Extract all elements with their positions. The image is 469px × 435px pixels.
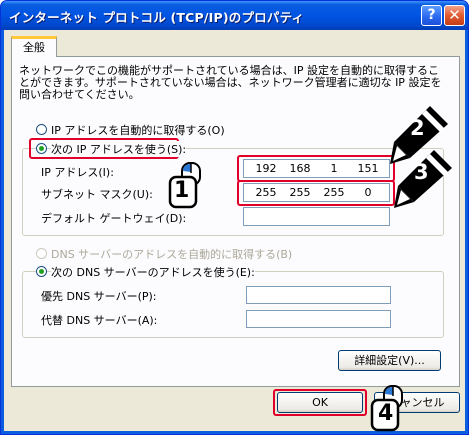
help-icon: ? — [427, 7, 436, 23]
preferred-dns-field[interactable] — [246, 286, 391, 304]
dns-auto-radio[interactable] — [36, 248, 47, 259]
gateway-field[interactable] — [243, 207, 390, 226]
callout-number-2: 2 — [410, 116, 425, 140]
callout-number-3: 3 — [414, 160, 429, 184]
callout-3: 3 — [392, 148, 454, 210]
ip-octet-3: 1 — [330, 162, 338, 175]
ip-octet-4: 151 — [357, 162, 379, 175]
ip-auto-label[interactable]: IP アドレスを自動的に取得する(O) — [51, 122, 225, 138]
ip-octet-1: 192 — [255, 162, 277, 175]
dns-auto-label[interactable]: DNS サーバーのアドレスを自動的に取得する(B) — [51, 246, 292, 262]
callout-number-1: 1 — [174, 178, 190, 203]
ok-button[interactable]: OK — [277, 392, 363, 413]
callout-1: 1 — [168, 161, 208, 209]
subnet-octet-1: 255 — [255, 186, 277, 199]
ip-manual-label[interactable]: 次の IP アドレスを使う(S): — [51, 141, 187, 157]
ip-octet-2: 168 — [289, 162, 311, 175]
dns-manual-label[interactable]: 次の DNS サーバーのアドレスを使う(E): — [51, 264, 255, 280]
close-icon: ✕ — [448, 6, 461, 24]
subnet-octet-3: 255 — [323, 186, 345, 199]
gateway-label: デフォルト ゲートウェイ(D): — [41, 212, 187, 225]
tab-general[interactable]: 全般 — [11, 36, 57, 57]
subnet-mask-label: サブネット マスク(U): — [41, 188, 153, 201]
alternate-dns-field[interactable] — [246, 310, 391, 328]
ip-manual-radio[interactable] — [36, 143, 47, 154]
subnet-mask-field[interactable]: 255 255 255 0 — [243, 183, 390, 202]
dns-manual-radio[interactable] — [36, 266, 47, 277]
description-text: ネットワークでこの機能がサポートされている場合は、IP 設定を自動的に取得するこ… — [19, 64, 442, 101]
title-bar[interactable]: インターネット プロトコル (TCP/IP)のプロパティ ? ✕ — [1, 1, 468, 30]
subnet-octet-4: 0 — [364, 186, 372, 199]
advanced-button[interactable]: 詳細設定(V)... — [338, 350, 441, 371]
ip-auto-radio[interactable] — [36, 124, 47, 135]
close-button[interactable]: ✕ — [444, 5, 465, 26]
preferred-dns-label: 優先 DNS サーバー(P): — [41, 290, 157, 303]
ip-address-field[interactable]: 192 168 1 151 — [243, 159, 390, 178]
help-button[interactable]: ? — [421, 5, 442, 26]
callout-number-4: 4 — [378, 401, 394, 426]
subnet-octet-2: 255 — [289, 186, 311, 199]
alternate-dns-label: 代替 DNS サーバー(A): — [41, 314, 158, 327]
ip-address-label: IP アドレス(I): — [41, 166, 114, 179]
callout-4: 4 — [370, 384, 410, 432]
window-title: インターネット プロトコル (TCP/IP)のプロパティ — [9, 10, 305, 25]
